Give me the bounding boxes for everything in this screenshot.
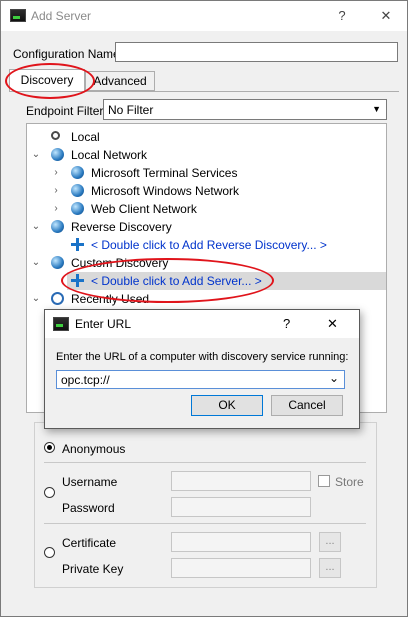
tree-item-terminal-services[interactable]: › Microsoft Terminal Services	[27, 164, 386, 182]
close-button[interactable]: ✕	[376, 7, 396, 25]
dialog-title: Enter URL	[75, 317, 132, 331]
config-name-input[interactable]	[115, 42, 398, 62]
dialog-title-bar: Enter URL ? ✕	[45, 310, 359, 338]
expand-down-icon[interactable]: ⌄	[29, 218, 43, 236]
tree-item-web-client-network[interactable]: › Web Client Network	[27, 200, 386, 218]
private-key-browse-button[interactable]: ...	[319, 558, 341, 578]
expand-down-icon[interactable]: ⌄	[29, 146, 43, 164]
tree-label: Microsoft Terminal Services	[91, 166, 238, 180]
url-combobox[interactable]: opc.tcp:// ⌄	[56, 370, 345, 389]
username-label: Username	[62, 475, 118, 489]
private-key-label: Private Key	[62, 562, 124, 576]
expand-right-icon[interactable]: ›	[49, 182, 63, 200]
dialog-help-button[interactable]: ?	[283, 316, 290, 331]
highlight-ellipse-discovery	[5, 63, 95, 99]
anonymous-radio[interactable]	[44, 442, 55, 453]
globe-icon	[71, 184, 84, 197]
chevron-down-icon: ▼	[372, 104, 381, 114]
certificate-label: Certificate	[62, 536, 117, 550]
endpoint-filter-value: No Filter	[108, 103, 154, 117]
password-input[interactable]	[171, 497, 311, 517]
dialog-prompt: Enter the URL of a computer with discove…	[56, 351, 349, 363]
clock-icon	[51, 292, 64, 305]
app-icon	[53, 317, 69, 331]
tree-item-add-reverse-discovery[interactable]: < Double click to Add Reverse Discovery.…	[27, 236, 386, 254]
globe-icon	[71, 166, 84, 179]
tree-label: < Double click to Add Reverse Discovery.…	[91, 238, 327, 252]
help-button[interactable]: ?	[332, 7, 352, 25]
tree-label: Reverse Discovery	[71, 220, 172, 234]
tree-item-windows-network[interactable]: › Microsoft Windows Network	[27, 182, 386, 200]
expand-right-icon[interactable]: ›	[49, 164, 63, 182]
tree-label: Microsoft Windows Network	[91, 184, 240, 198]
divider	[44, 523, 366, 524]
username-input[interactable]	[171, 471, 311, 491]
expand-right-icon[interactable]: ›	[49, 200, 63, 218]
expand-down-icon[interactable]: ⌄	[29, 290, 43, 308]
cancel-button[interactable]: Cancel	[271, 395, 343, 416]
globe-icon	[51, 220, 64, 233]
ok-button[interactable]: OK	[191, 395, 263, 416]
chevron-down-icon[interactable]: ⌄	[329, 371, 339, 385]
app-icon	[10, 9, 26, 22]
dialog-close-button[interactable]: ✕	[327, 316, 338, 332]
highlight-ellipse-add-server	[61, 258, 274, 303]
store-label: Store	[335, 475, 364, 489]
certificate-input[interactable]	[171, 532, 311, 552]
title-bar: Add Server ? ✕	[1, 1, 407, 31]
divider	[44, 462, 366, 463]
plus-icon	[71, 238, 84, 251]
store-checkbox[interactable]	[318, 475, 330, 487]
enter-url-dialog: Enter URL ? ✕ Enter the URL of a compute…	[44, 309, 360, 429]
url-input[interactable]: opc.tcp://	[61, 373, 110, 387]
globe-icon	[51, 256, 64, 269]
certificate-radio[interactable]	[44, 547, 55, 558]
globe-icon	[51, 148, 64, 161]
endpoint-filter-select[interactable]: No Filter ▼	[103, 99, 387, 120]
magnifier-icon	[51, 131, 60, 140]
private-key-input[interactable]	[171, 558, 311, 578]
endpoint-filter-label: Endpoint Filter:	[26, 104, 107, 118]
tree-label: Local	[71, 130, 100, 144]
tree-item-local[interactable]: Local	[27, 128, 386, 146]
globe-icon	[71, 202, 84, 215]
password-label: Password	[62, 501, 115, 515]
certificate-browse-button[interactable]: ...	[319, 532, 341, 552]
username-radio[interactable]	[44, 487, 55, 498]
window-title: Add Server	[31, 9, 92, 23]
tree-label: Web Client Network	[91, 202, 197, 216]
tree-item-local-network[interactable]: ⌄ Local Network	[27, 146, 386, 164]
tab-advanced[interactable]: Advanced	[85, 71, 155, 91]
tree-label: Local Network	[71, 148, 148, 162]
expand-down-icon[interactable]: ⌄	[29, 254, 43, 272]
anonymous-label: Anonymous	[62, 442, 126, 456]
add-server-window: Add Server ? ✕ Configuration Name Advanc…	[0, 0, 408, 617]
tree-item-reverse-discovery[interactable]: ⌄ Reverse Discovery	[27, 218, 386, 236]
config-name-label: Configuration Name	[13, 47, 120, 61]
